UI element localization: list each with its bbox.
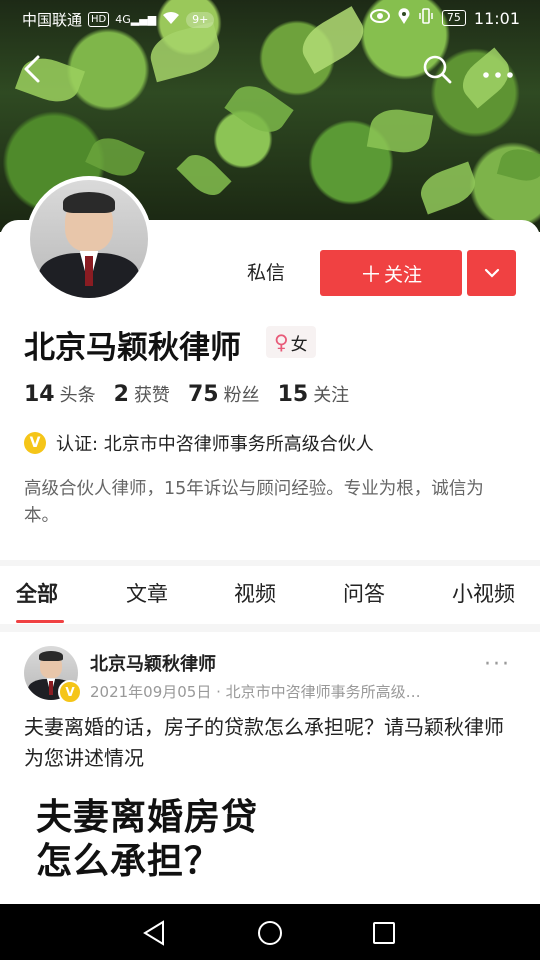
nav-home-icon[interactable] bbox=[257, 920, 283, 946]
verification-text: 认证: 北京市中咨律师事务所高级合伙人 bbox=[56, 434, 374, 455]
location-icon bbox=[398, 8, 410, 28]
nav-back-icon[interactable] bbox=[142, 920, 166, 946]
notification-count: 9+ bbox=[186, 11, 215, 28]
post-meta: 2021年09月05日 · 北京市中咨律师事务所高级合伙人 bbox=[90, 683, 430, 701]
profile-name: 北京马颖秋律师 bbox=[24, 330, 241, 366]
tab-indicator bbox=[16, 620, 64, 623]
clock: 11:01 bbox=[473, 8, 520, 28]
verification-row: V 认证: 北京市中咨律师事务所高级合伙人 bbox=[24, 430, 374, 456]
tab-videos[interactable]: 视频 bbox=[234, 578, 276, 608]
nav-recents-icon[interactable] bbox=[373, 922, 395, 944]
eye-icon bbox=[369, 9, 390, 27]
wifi-icon bbox=[162, 11, 180, 29]
search-icon[interactable] bbox=[422, 54, 452, 88]
verified-icon: V bbox=[24, 432, 46, 454]
system-nav-bar bbox=[0, 904, 540, 960]
status-bar: 中国联通 HD 4G▂▄▆ 9+ 75 11:01 bbox=[0, 0, 540, 36]
tab-articles[interactable]: 文章 bbox=[126, 578, 168, 608]
battery-icon: 75 bbox=[441, 10, 466, 26]
back-icon[interactable] bbox=[22, 54, 42, 88]
more-options-icon[interactable] bbox=[482, 64, 514, 83]
follow-label: 关注 bbox=[384, 263, 423, 286]
female-icon: ♀ bbox=[274, 330, 289, 354]
gender-badge: ♀ 女 bbox=[266, 326, 316, 358]
chevron-down-icon bbox=[484, 268, 499, 278]
carrier-label: 中国联通 bbox=[22, 11, 83, 29]
tab-qa[interactable]: 问答 bbox=[343, 578, 385, 608]
message-button[interactable]: 私信 bbox=[226, 252, 306, 294]
bio: 高级合伙人律师，15年诉讼与顾问经验。专业为根，诚信为本。 bbox=[24, 479, 484, 526]
tab-short-videos[interactable]: 小视频 bbox=[452, 578, 515, 608]
tab-all[interactable]: 全部 bbox=[16, 578, 58, 608]
verified-icon: V bbox=[58, 680, 82, 704]
post-text[interactable]: 夫妻离婚的话，房子的贷款怎么承担呢？请马颖秋律师为您讲述情况 bbox=[24, 712, 520, 774]
signal-icon: 4G▂▄▆ bbox=[115, 13, 157, 26]
stats-row: 14 头条 2 获赞 75 粉丝 15 关注 bbox=[24, 381, 349, 407]
plus-icon: ＋ bbox=[359, 263, 382, 288]
follow-button[interactable]: ＋ 关注 bbox=[320, 250, 462, 296]
stat-headlines[interactable]: 14 头条 bbox=[24, 381, 96, 407]
hd-badge: HD bbox=[88, 12, 110, 27]
post-image-line: 怎么承担？ bbox=[36, 841, 222, 882]
section-divider bbox=[0, 624, 540, 632]
expand-recommend-button[interactable] bbox=[467, 250, 516, 296]
tab-bar: 全部 文章 视频 问答 小视频 bbox=[0, 566, 540, 622]
stat-likes[interactable]: 2 获赞 bbox=[114, 381, 170, 407]
stat-followers[interactable]: 75 粉丝 bbox=[188, 381, 260, 407]
vibrate-icon bbox=[418, 8, 434, 28]
post-author[interactable]: 北京马颖秋律师 bbox=[90, 650, 216, 676]
post-more-icon[interactable]: ··· bbox=[484, 652, 511, 677]
stat-following[interactable]: 15 关注 bbox=[278, 381, 350, 407]
avatar[interactable] bbox=[26, 176, 152, 302]
post-image[interactable]: 夫妻离婚房贷 怎么承担？ bbox=[24, 780, 324, 900]
